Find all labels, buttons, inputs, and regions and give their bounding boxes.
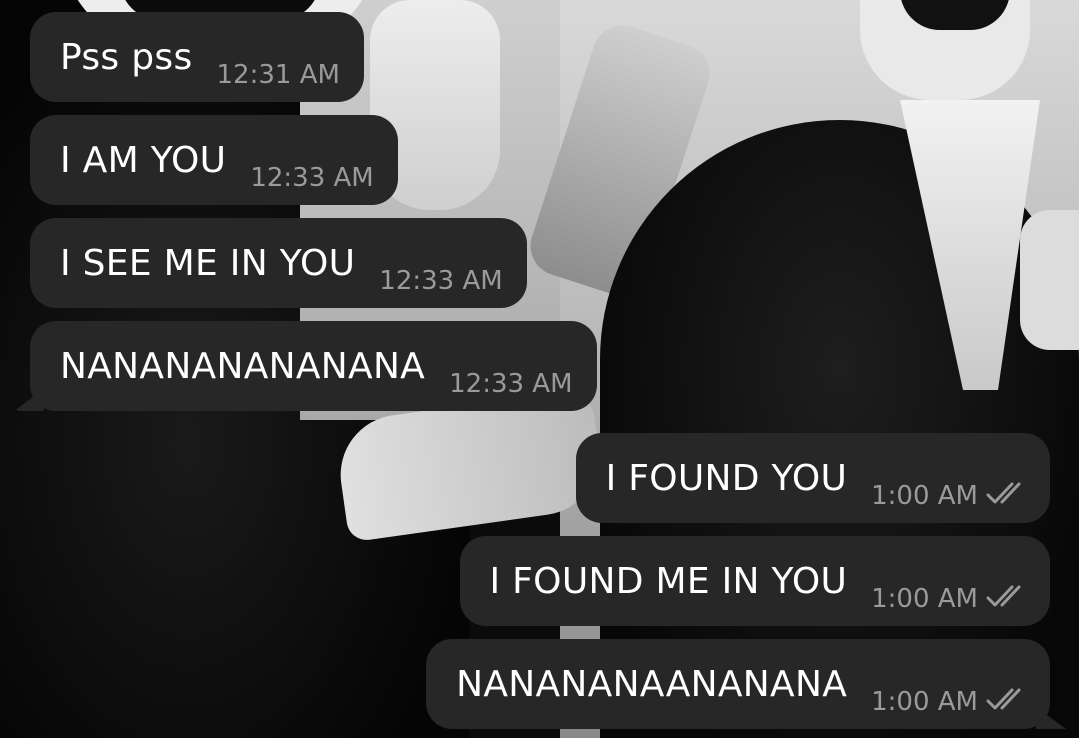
message-bubble-outgoing[interactable]: NANANANAANANANA 1:00 AM xyxy=(426,639,1050,729)
message-time: 12:33 AM xyxy=(379,266,503,296)
message-time: 1:00 AM xyxy=(871,687,978,717)
message-bubble-incoming[interactable]: I AM YOU 12:33 AM xyxy=(30,115,398,205)
message-time: 12:31 AM xyxy=(216,60,340,90)
message-bubble-outgoing[interactable]: I FOUND ME IN YOU 1:00 AM xyxy=(459,536,1050,626)
message-bubble-outgoing[interactable]: I FOUND YOU 1:00 AM xyxy=(575,433,1050,523)
message-text: NANANANANANANA xyxy=(60,345,426,387)
message-text: NANANANAANANANA xyxy=(456,663,848,705)
double-check-read-icon xyxy=(986,584,1030,612)
message-time: 1:00 AM xyxy=(871,584,978,614)
message-bubble-incoming[interactable]: Pss pss 12:31 AM xyxy=(30,12,364,102)
message-text: I AM YOU xyxy=(60,139,227,181)
message-text: I FOUND ME IN YOU xyxy=(489,560,848,602)
message-bubble-incoming[interactable]: NANANANANANANA 12:33 AM xyxy=(30,321,597,411)
double-check-read-icon xyxy=(986,481,1030,509)
message-time: 12:33 AM xyxy=(449,369,573,399)
message-time: 12:33 AM xyxy=(250,163,374,193)
message-text: Pss pss xyxy=(60,36,193,78)
message-text: I SEE ME IN YOU xyxy=(60,242,356,284)
message-time: 1:00 AM xyxy=(871,481,978,511)
message-text: I FOUND YOU xyxy=(605,457,848,499)
message-bubble-incoming[interactable]: I SEE ME IN YOU 12:33 AM xyxy=(30,218,527,308)
double-check-read-icon xyxy=(986,687,1030,715)
